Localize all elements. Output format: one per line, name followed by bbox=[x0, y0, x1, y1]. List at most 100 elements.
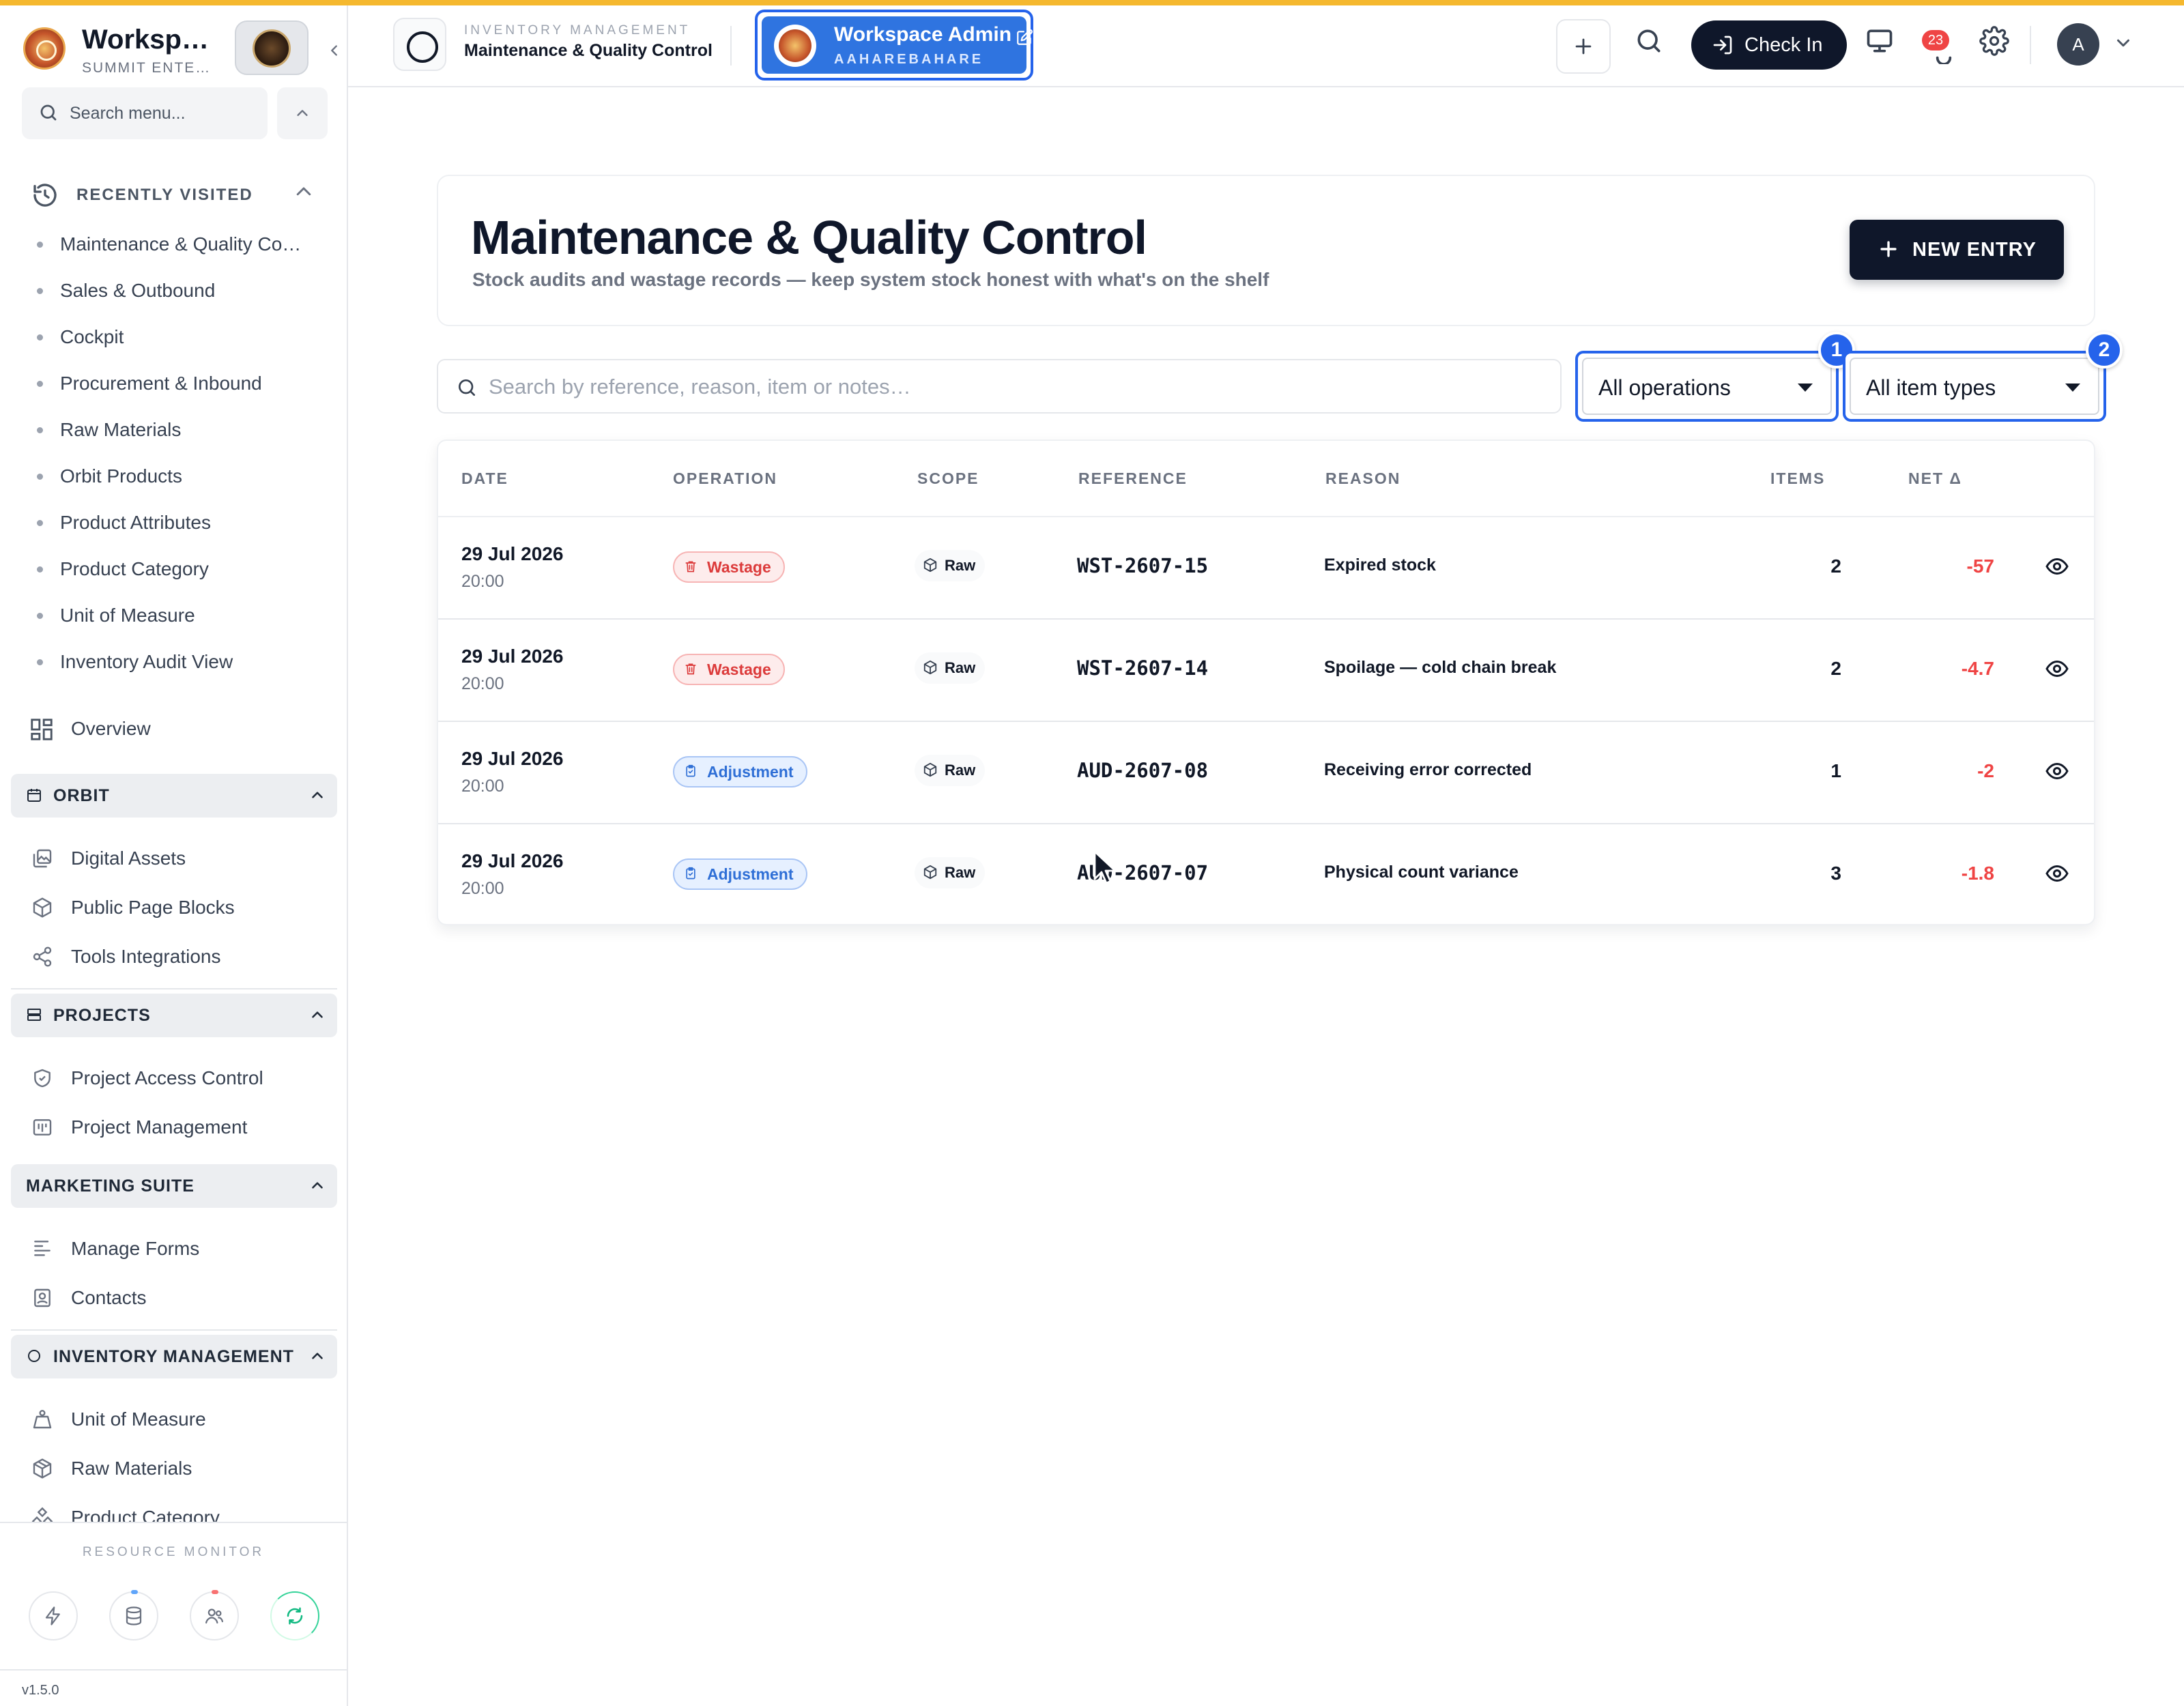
sidebar-item-project-management[interactable]: Project Management bbox=[31, 1107, 325, 1148]
recent-item[interactable]: Product Category bbox=[34, 547, 321, 594]
records-search-input[interactable] bbox=[489, 370, 1540, 404]
chevron-down-icon[interactable] bbox=[1065, 29, 1081, 45]
recent-item[interactable]: Maintenance & Quality Co… bbox=[34, 222, 321, 269]
notification-count-badge[interactable]: 23 bbox=[1922, 30, 1949, 50]
operation-badge-wastage: Wastage bbox=[673, 654, 785, 685]
item-types-filter-select[interactable]: All item types bbox=[1843, 351, 2106, 422]
chevron-up-icon bbox=[312, 1353, 323, 1359]
sidebar-item-tools-integrations[interactable]: Tools Integrations bbox=[31, 936, 325, 977]
database-monitor-button[interactable] bbox=[109, 1590, 158, 1640]
table-row[interactable]: 29 Jul 2026 20:00 Adjustment Raw AUD-260… bbox=[438, 824, 2094, 924]
collapse-sidebar-button[interactable] bbox=[321, 37, 348, 64]
monitor-icon[interactable] bbox=[1865, 26, 1895, 56]
menu-search-input[interactable] bbox=[70, 97, 261, 130]
scope-badge: Raw bbox=[915, 755, 986, 786]
search-icon[interactable] bbox=[1634, 26, 1664, 56]
gear-icon[interactable] bbox=[1040, 29, 1058, 46]
users-monitor-button[interactable] bbox=[190, 1590, 239, 1640]
column-header-scope[interactable]: SCOPE bbox=[917, 469, 979, 488]
sidebar-item-product-category[interactable]: Product Category bbox=[31, 1497, 325, 1522]
trash-icon bbox=[685, 663, 696, 675]
check-in-button[interactable]: Check In bbox=[1691, 20, 1847, 70]
sidebar-item-public-page-blocks[interactable]: Public Page Blocks bbox=[31, 887, 325, 928]
recently-visited-label: RECENTLY VISITED bbox=[76, 186, 253, 204]
eye-icon[interactable] bbox=[2045, 554, 2069, 579]
brand[interactable]: Worksp… SUMMIT ENTE… bbox=[20, 20, 341, 82]
table-row[interactable]: 29 Jul 2026 20:00 Wastage Raw WST-2607-1… bbox=[438, 517, 2094, 620]
circle-icon bbox=[28, 1350, 40, 1362]
column-header-reference[interactable]: REFERENCE bbox=[1078, 469, 1188, 488]
section-header-marketing-suite[interactable]: MARKETING SUITE bbox=[11, 1164, 337, 1208]
eye-icon[interactable] bbox=[2045, 759, 2069, 783]
sidebar-item-manage-forms[interactable]: Manage Forms bbox=[31, 1228, 325, 1269]
contact-card-icon bbox=[34, 1288, 51, 1307]
eye-icon[interactable] bbox=[2045, 861, 2069, 886]
menu-search[interactable] bbox=[22, 87, 268, 139]
section-header-orbit[interactable]: ORBIT bbox=[11, 774, 337, 818]
row-date: 29 Jul 2026 bbox=[461, 543, 564, 564]
settings-gear-icon[interactable] bbox=[1979, 26, 2009, 56]
section-header-projects[interactable]: PROJECTS bbox=[11, 994, 337, 1037]
recent-item[interactable]: Procurement & Inbound bbox=[34, 362, 321, 408]
records-search[interactable] bbox=[437, 359, 1562, 414]
row-time: 20:00 bbox=[461, 879, 504, 898]
operation-label: Adjustment bbox=[707, 763, 794, 781]
scope-label: Raw bbox=[945, 864, 976, 881]
resource-monitor-title: RESOURCE MONITOR bbox=[82, 1545, 265, 1559]
recent-item[interactable]: Inventory Audit View bbox=[34, 640, 321, 686]
chevron-down-icon[interactable] bbox=[2113, 33, 2133, 53]
recent-item[interactable]: Unit of Measure bbox=[34, 594, 321, 640]
recent-item[interactable]: Raw Materials bbox=[34, 408, 321, 454]
module-icon[interactable] bbox=[393, 18, 446, 71]
eye-icon[interactable] bbox=[2045, 656, 2069, 681]
quick-add-button[interactable] bbox=[1556, 19, 1611, 74]
scope-label: Raw bbox=[945, 557, 976, 574]
cube-icon bbox=[923, 762, 937, 777]
avatar[interactable]: A bbox=[2057, 23, 2099, 66]
bullet bbox=[37, 427, 43, 433]
sidebar-item-label: Project Access Control bbox=[71, 1067, 263, 1088]
organization-switcher[interactable] bbox=[235, 20, 308, 75]
sidebar-item-digital-assets[interactable]: Digital Assets bbox=[31, 838, 325, 879]
row-time: 20:00 bbox=[461, 674, 504, 693]
recent-item[interactable]: Product Attributes bbox=[34, 501, 321, 547]
recent-item[interactable]: Orbit Products bbox=[34, 454, 321, 501]
sidebar-item-raw-materials[interactable]: Raw Materials bbox=[31, 1448, 325, 1489]
sidebar-item-overview[interactable]: Overview bbox=[26, 708, 326, 749]
chevron-up-icon bbox=[312, 1182, 323, 1189]
module-kicker: INVENTORY MANAGEMENT bbox=[464, 23, 691, 38]
table-row[interactable]: 29 Jul 2026 20:00 Adjustment Raw AUD-260… bbox=[438, 722, 2094, 824]
column-header-date[interactable]: DATE bbox=[461, 469, 508, 488]
section-label: ORBIT bbox=[53, 786, 110, 805]
chevron-left-icon bbox=[331, 45, 337, 56]
operations-filter-select[interactable]: All operations bbox=[1575, 351, 1839, 422]
edit-icon[interactable] bbox=[1016, 29, 1033, 46]
recently-visited-header[interactable]: RECENTLY VISITED bbox=[27, 176, 321, 214]
sidebar-item-label: Raw Materials bbox=[71, 1458, 192, 1479]
workspace-switcher[interactable]: Workspace Admin AAHAREBAHARE bbox=[755, 10, 1078, 81]
recent-item[interactable]: Cockpit bbox=[34, 315, 321, 362]
table-row[interactable]: 29 Jul 2026 20:00 Wastage Raw WST-2607-1… bbox=[438, 620, 2094, 722]
column-header-net-delta[interactable]: NET Δ bbox=[1908, 469, 1962, 488]
sidebar-item-unit-of-measure[interactable]: Unit of Measure bbox=[31, 1399, 325, 1440]
sync-monitor-button[interactable] bbox=[270, 1591, 319, 1640]
recent-item[interactable]: Sales & Outbound bbox=[34, 269, 321, 315]
sidebar-item-project-access-control[interactable]: Project Access Control bbox=[31, 1058, 325, 1099]
menu-search-collapse-button[interactable] bbox=[277, 87, 328, 139]
share-nodes-icon bbox=[33, 946, 52, 967]
recent-item-label: Raw Materials bbox=[60, 419, 182, 440]
section-header-inventory-management[interactable]: INVENTORY MANAGEMENT bbox=[11, 1335, 337, 1378]
bullet bbox=[37, 659, 43, 665]
column-header-operation[interactable]: OPERATION bbox=[673, 469, 777, 488]
column-header-reason[interactable]: REASON bbox=[1325, 469, 1400, 488]
sidebar-item-contacts[interactable]: Contacts bbox=[31, 1277, 325, 1318]
resource-monitor: RESOURCE MONITOR bbox=[0, 1522, 347, 1669]
operation-label: Wastage bbox=[707, 558, 771, 576]
column-header-items[interactable]: ITEMS bbox=[1770, 469, 1825, 488]
scope-label: Raw bbox=[945, 659, 976, 676]
new-entry-button[interactable]: NEW ENTRY bbox=[1850, 220, 2064, 280]
section-label: PROJECTS bbox=[53, 1006, 151, 1025]
row-net-delta: -1.8 bbox=[1961, 863, 1994, 884]
row-items: 1 bbox=[1830, 760, 1841, 781]
performance-monitor-button[interactable] bbox=[29, 1591, 78, 1640]
